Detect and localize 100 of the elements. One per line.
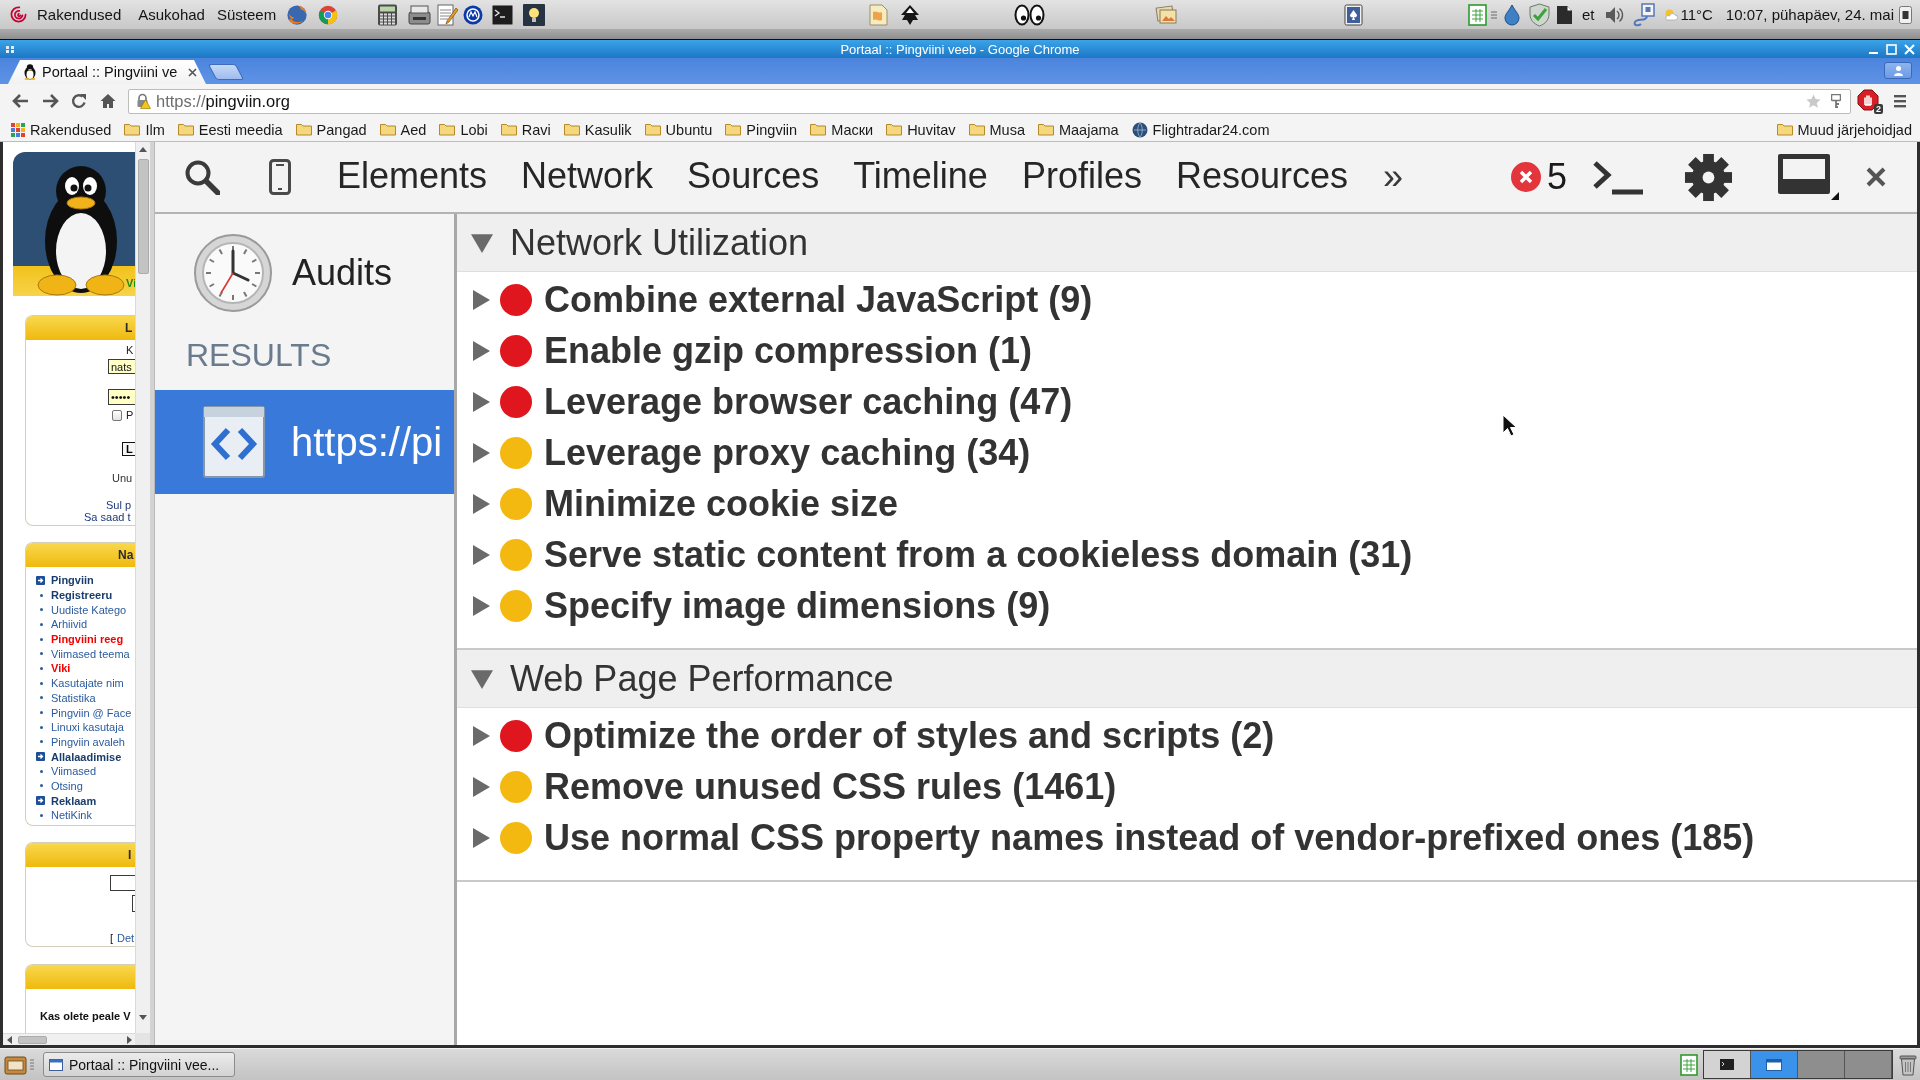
lightbulb-icon[interactable]	[523, 3, 546, 26]
triangle-down-icon[interactable]	[471, 667, 493, 690]
audit-rule[interactable]: Serve static content from a cookieless domain (31)	[457, 529, 1917, 580]
audits-item[interactable]: Audits	[155, 233, 454, 313]
bookmark-item[interactable]: Ubuntu	[644, 121, 713, 138]
nav-link[interactable]: NetiKink	[26, 808, 132, 823]
round-logo-icon[interactable]	[463, 4, 484, 25]
home-icon[interactable]	[100, 93, 116, 109]
nav-link[interactable]: Kasutajate nim	[26, 675, 132, 691]
triangle-right-icon[interactable]	[471, 442, 491, 463]
bookmark-item[interactable]: Pingviin	[725, 121, 798, 138]
bookmark-item[interactable]: Aed	[379, 121, 427, 138]
star-icon[interactable]	[1806, 93, 1821, 109]
key-icon[interactable]	[1831, 93, 1841, 109]
vertical-scrollbar[interactable]	[135, 142, 150, 1033]
bookmark-item[interactable]: Ravi	[500, 121, 551, 138]
bookmark-item[interactable]: Muud järjehoidjad	[1776, 121, 1912, 138]
keyboard-layout-indicator[interactable]: et	[1581, 5, 1595, 24]
trash-icon[interactable]	[1899, 1053, 1917, 1076]
nav-link[interactable]: Viimased	[26, 763, 132, 779]
bookmark-item[interactable]: Маски	[810, 121, 874, 138]
password-field[interactable]: •••••	[108, 389, 135, 405]
bookmark-item[interactable]: Pangad	[295, 121, 367, 138]
audit-rule[interactable]: Enable gzip compression (1)	[457, 325, 1917, 376]
close-icon[interactable]	[1866, 167, 1886, 187]
clock-text[interactable]: 10:07, pühapäev, 24. mai	[1725, 5, 1894, 24]
nav-link[interactable]: Viimased teema	[26, 646, 132, 662]
menu-item[interactable]: Asukohad	[138, 5, 205, 24]
spreadsheet-icon[interactable]	[1680, 1053, 1698, 1076]
login-button[interactable]: L	[122, 442, 135, 456]
document-icon[interactable]	[1555, 4, 1573, 25]
audit-rule[interactable]: Leverage browser caching (47)	[457, 376, 1917, 427]
workspace-cell[interactable]	[1845, 1051, 1892, 1078]
playing-card-icon[interactable]	[1344, 3, 1364, 26]
panel-tab[interactable]: Resources	[1158, 148, 1365, 206]
stop-sign-icon[interactable]	[1857, 89, 1879, 111]
username-field[interactable]: nats	[108, 359, 135, 374]
audit-rule[interactable]: Minimize cookie size	[457, 478, 1917, 529]
panel-tab[interactable]: Timeline	[836, 148, 1005, 206]
bookmark-item[interactable]: Lobi	[439, 121, 488, 138]
scanner-icon[interactable]	[408, 3, 432, 26]
swirl-icon[interactable]	[9, 5, 28, 24]
nav-link[interactable]: Pingviini reeg	[26, 631, 132, 647]
input-field[interactable]	[132, 895, 135, 912]
drawer-icon[interactable]	[4, 1053, 27, 1076]
settings-icon[interactable]	[1684, 152, 1733, 202]
scroll-right-icon[interactable]	[127, 1035, 132, 1044]
temperature-text[interactable]: 11°C	[1680, 5, 1713, 24]
triangle-right-icon[interactable]	[471, 289, 491, 310]
panel-tab[interactable]: Sources	[670, 148, 837, 206]
browser-tab[interactable]: Portaal :: Pingviini ve	[8, 60, 206, 84]
menu-item[interactable]: Süsteem	[216, 5, 277, 24]
text-link[interactable]: Det	[117, 932, 135, 944]
workspace-cell[interactable]	[1704, 1051, 1751, 1078]
console-prompt-icon[interactable]	[1592, 159, 1643, 195]
taskbar-window-button[interactable]: Portaal :: Pingviini vee...	[43, 1052, 235, 1077]
audit-rule[interactable]: Combine external JavaScript (9)	[457, 274, 1917, 325]
nav-link[interactable]: Pingviin	[26, 573, 132, 588]
nav-link[interactable]: Viki	[26, 661, 132, 676]
bookmark-item[interactable]: Huvitav	[886, 121, 956, 138]
menu-icon[interactable]	[1894, 94, 1906, 108]
fox-globe-icon[interactable]	[286, 3, 309, 26]
scroll-thumb[interactable]	[18, 1035, 47, 1044]
nav-link[interactable]: Otsing	[26, 778, 132, 794]
shield-check-icon[interactable]	[1526, 2, 1552, 27]
bookmark-item[interactable]: Rakendused	[11, 121, 112, 138]
nav-link[interactable]: Statistika	[26, 690, 132, 706]
audit-rule[interactable]: Use normal CSS property names instead of vendor-prefixed ones (185)	[457, 812, 1917, 863]
terminal-icon[interactable]	[492, 4, 514, 25]
triangle-right-icon[interactable]	[471, 827, 491, 848]
panel-tab[interactable]: Elements	[320, 148, 505, 206]
audit-rule[interactable]: Specify image dimensions (9)	[457, 580, 1917, 631]
tricolor-circle-icon[interactable]	[317, 3, 340, 26]
section-header[interactable]: Network Utilization	[457, 214, 1917, 272]
eyes-icon[interactable]	[1014, 3, 1046, 26]
nav-link[interactable]: Arhiivid	[26, 617, 132, 632]
water-drop-icon[interactable]	[1502, 3, 1521, 26]
grip-icon[interactable]	[6, 45, 14, 53]
calculator-icon[interactable]	[377, 3, 399, 26]
nav-link[interactable]: Allalaadimise	[26, 749, 132, 764]
bookmark-item[interactable]: Flightradar24.com	[1131, 121, 1270, 138]
triangle-right-icon[interactable]	[471, 340, 491, 361]
tree-icon[interactable]	[899, 3, 922, 26]
text-link[interactable]: Unu	[112, 472, 133, 484]
result-item[interactable]: https://pi	[155, 390, 454, 494]
bookmark-item[interactable]: Eesti meedia	[177, 121, 283, 138]
workspace-cell[interactable]	[1751, 1051, 1798, 1078]
forward-arrow-icon[interactable]	[42, 93, 59, 109]
scroll-up-icon[interactable]	[139, 147, 147, 152]
reload-icon[interactable]	[71, 93, 87, 109]
show-desktop-icon[interactable]	[1899, 5, 1912, 24]
audit-rule[interactable]: Remove unused CSS rules (1461)	[457, 761, 1917, 812]
triangle-right-icon[interactable]	[471, 725, 491, 746]
panel-tab[interactable]: Profiles	[1004, 148, 1159, 206]
nav-link[interactable]: Pingviin avaleh	[26, 734, 132, 750]
nav-link[interactable]: Registreeru	[26, 587, 132, 603]
more-tabs-button[interactable]: »	[1383, 157, 1404, 197]
spreadsheet-icon[interactable]	[1467, 3, 1487, 26]
bookmark-item[interactable]: Musa	[968, 121, 1025, 138]
scroll-down-icon[interactable]	[139, 1015, 147, 1020]
